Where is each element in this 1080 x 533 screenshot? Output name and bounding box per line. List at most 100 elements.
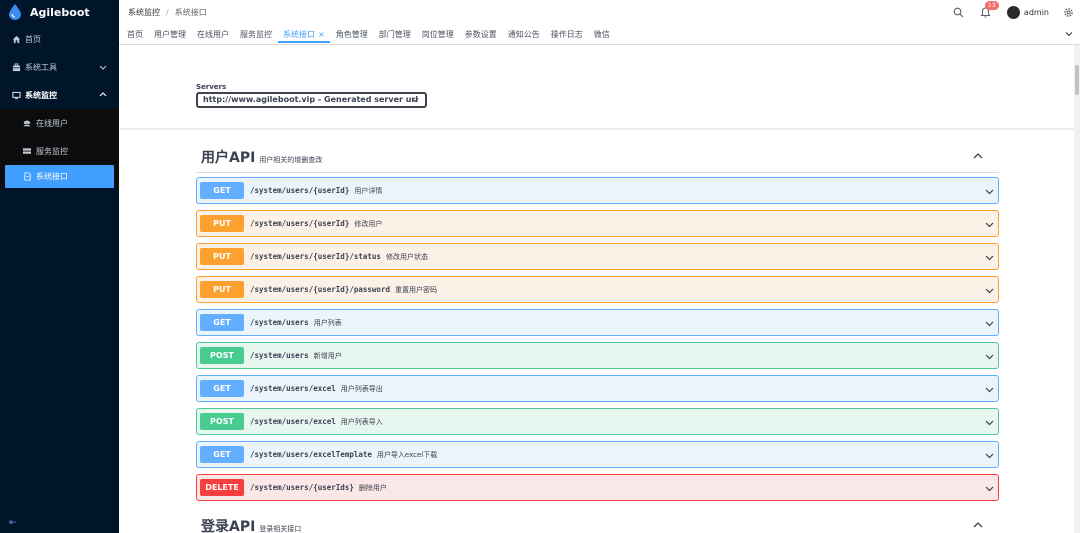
tab-post-management[interactable]: 岗位管理: [417, 26, 459, 43]
server-icon: [22, 146, 32, 156]
sidebar-item-system-tools[interactable]: 系统工具: [0, 53, 119, 81]
operation-get-user-list[interactable]: GET /system/users 用户列表: [196, 309, 999, 336]
sidebar: Agileboot 首页 系统工具 系统监控 在线用户 服务监控 系统接口 ⇤: [0, 0, 119, 533]
chevron-up-icon[interactable]: [972, 519, 984, 531]
sidebar-item-system-monitor[interactable]: 系统监控: [0, 81, 119, 109]
method-badge: GET: [200, 182, 244, 199]
chevron-up-icon[interactable]: [972, 150, 984, 162]
tab-role-management[interactable]: 角色管理: [331, 26, 373, 43]
operation-summary: 用户详情: [354, 186, 383, 195]
method-badge: PUT: [200, 281, 244, 298]
method-badge: PUT: [200, 248, 244, 265]
sidebar-item-label: 首页: [25, 34, 41, 44]
operation-summary: 用户列表导入: [340, 417, 383, 426]
section-header-user-api[interactable]: 用户API 用户相关的增删查改: [201, 147, 322, 167]
operation-put-user-password[interactable]: PUT /system/users/{userId}/password 重置用户…: [196, 276, 999, 303]
section-description: 用户相关的增删查改: [259, 156, 323, 164]
section-header-login-api[interactable]: 登录API 登录相关接口: [201, 516, 301, 533]
logo[interactable]: Agileboot: [0, 0, 119, 24]
chevron-up-icon: [99, 92, 107, 97]
breadcrumb-current: 系统接口: [174, 7, 207, 17]
chevron-down-icon: [985, 189, 994, 195]
chevron-down-icon: [985, 387, 994, 393]
tab-dept-management[interactable]: 部门管理: [374, 26, 416, 43]
operation-post-user-import[interactable]: POST /system/users/excel 用户列表导入: [196, 408, 999, 435]
chevron-down-icon: [985, 453, 994, 459]
servers-panel: Servers http://www.agileboot.vip - Gener…: [119, 63, 1074, 128]
operation-summary: 用户导入excel下载: [376, 450, 438, 459]
tab-online-users[interactable]: 在线用户: [192, 26, 234, 43]
tab-server-monitor[interactable]: 服务监控: [235, 26, 277, 43]
tags-view: 首页 用户管理 在线用户 服务监控 系统接口 × 角色管理 部门管理 岗位管理 参…: [119, 24, 1080, 45]
tab-user-management[interactable]: 用户管理: [149, 26, 191, 43]
operation-path: /system/users/{userIds}: [250, 483, 354, 492]
navbar-actions: 13 admin: [953, 0, 1080, 24]
operation-post-user[interactable]: POST /system/users 新增用户: [196, 342, 999, 369]
close-icon[interactable]: ×: [318, 30, 325, 39]
tab-operation-log[interactable]: 操作日志: [546, 26, 588, 43]
method-badge: DELETE: [200, 479, 244, 496]
operation-path: /system/users: [250, 318, 309, 327]
method-badge: GET: [200, 446, 244, 463]
sidebar-item-server-monitor[interactable]: 服务监控: [0, 137, 119, 165]
monitor-icon: [11, 90, 21, 100]
top-navbar: 系统监控 / 系统接口 13 admin: [119, 0, 1080, 24]
bell-icon[interactable]: 13: [980, 0, 999, 18]
operation-path: /system/users/excel: [250, 417, 336, 426]
tab-config[interactable]: 参数设置: [460, 26, 502, 43]
operation-delete-users[interactable]: DELETE /system/users/{userIds} 删除用户: [196, 474, 999, 501]
avatar[interactable]: [1006, 5, 1020, 19]
operation-put-user[interactable]: PUT /system/users/{userId} 修改用户: [196, 210, 999, 237]
sidebar-item-online-users[interactable]: 在线用户: [0, 109, 119, 137]
method-badge: POST: [200, 347, 244, 364]
sidebar-item-system-api[interactable]: 系统接口: [5, 165, 114, 188]
tab-wechat[interactable]: 微信: [589, 26, 615, 43]
breadcrumb-separator: /: [166, 7, 169, 17]
tab-system-api[interactable]: 系统接口 ×: [278, 26, 330, 43]
sidebar-item-label: 系统工具: [25, 62, 57, 72]
document-icon: [22, 172, 32, 182]
tab-label: 系统接口: [283, 29, 315, 39]
chevron-down-icon: [985, 486, 994, 492]
chevron-down-icon: [985, 288, 994, 294]
chevron-down-icon: [985, 222, 994, 228]
sidebar-collapse-icon[interactable]: ⇤: [9, 518, 17, 528]
sidebar-item-label: 系统接口: [36, 172, 68, 181]
section-title: 登录API: [201, 519, 256, 533]
username[interactable]: admin: [1024, 8, 1049, 17]
operation-summary: 用户列表: [313, 318, 342, 327]
section-description: 登录相关接口: [259, 525, 302, 533]
method-badge: GET: [200, 314, 244, 331]
sidebar-item-label: 系统监控: [25, 90, 57, 100]
notification-badge: 13: [984, 0, 999, 10]
server-select[interactable]: http://www.agileboot.vip - Generated ser…: [196, 92, 427, 108]
section-divider: [196, 172, 999, 173]
operation-path: /system/users/{userId}: [250, 186, 350, 195]
sidebar-item-home[interactable]: 首页: [0, 25, 119, 53]
gear-icon[interactable]: [1063, 7, 1074, 18]
breadcrumb-parent[interactable]: 系统监控: [128, 7, 160, 18]
operation-path: /system/users/{userId}/status: [250, 252, 381, 261]
search-icon[interactable]: [953, 7, 964, 18]
operation-get-excel-template[interactable]: GET /system/users/excelTemplate 用户导入exce…: [196, 441, 999, 468]
scrollbar[interactable]: [1074, 45, 1080, 533]
chevron-down-icon: [985, 420, 994, 426]
chevron-down-icon: [99, 65, 107, 70]
chevron-down-icon: [985, 321, 994, 327]
operation-summary: 重置用户密码: [394, 285, 437, 294]
toolbox-icon: [11, 62, 21, 72]
section-title: 用户API: [201, 150, 256, 166]
tab-notice[interactable]: 通知公告: [503, 26, 545, 43]
chevron-down-icon: [985, 354, 994, 360]
servers-label: Servers: [196, 83, 227, 91]
operation-get-user-detail[interactable]: GET /system/users/{userId} 用户详情: [196, 177, 999, 204]
scrollbar-thumb[interactable]: [1075, 65, 1079, 95]
chevron-down-icon: [985, 255, 994, 261]
chevron-down-icon: [411, 98, 419, 103]
operation-put-user-status[interactable]: PUT /system/users/{userId}/status 修改用户状态: [196, 243, 999, 270]
tab-home[interactable]: 首页: [122, 26, 148, 43]
operation-summary: 新增用户: [313, 351, 342, 360]
chevron-down-icon[interactable]: [1064, 29, 1074, 39]
operation-get-user-export[interactable]: GET /system/users/excel 用户列表导出: [196, 375, 999, 402]
users-icon: [22, 118, 32, 128]
